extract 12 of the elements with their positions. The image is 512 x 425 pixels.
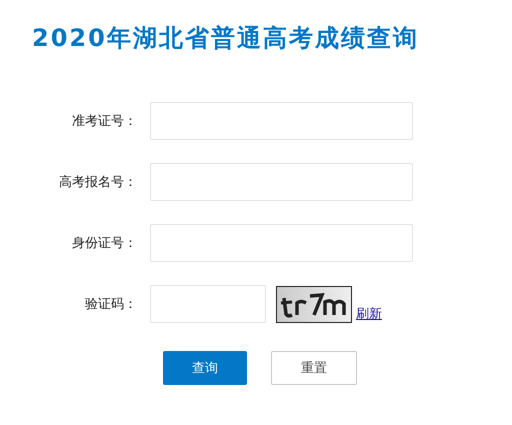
reset-button[interactable]: 重置 xyxy=(271,351,357,385)
field-label: 高考报名号： xyxy=(58,174,138,191)
field-label: 身份证号： xyxy=(71,235,138,252)
query-button[interactable]: 查询 xyxy=(163,351,247,385)
input-field[interactable] xyxy=(150,102,413,140)
field-label: 准考证号： xyxy=(71,113,138,130)
input-field[interactable] xyxy=(150,285,266,323)
input-field[interactable] xyxy=(150,163,413,201)
page-title: 2020年湖北省普通高考成绩查询 xyxy=(31,23,420,54)
input-field[interactable] xyxy=(150,224,413,262)
field-label: 验证码： xyxy=(84,296,138,313)
refresh-link[interactable]: 刷新 xyxy=(356,305,382,323)
